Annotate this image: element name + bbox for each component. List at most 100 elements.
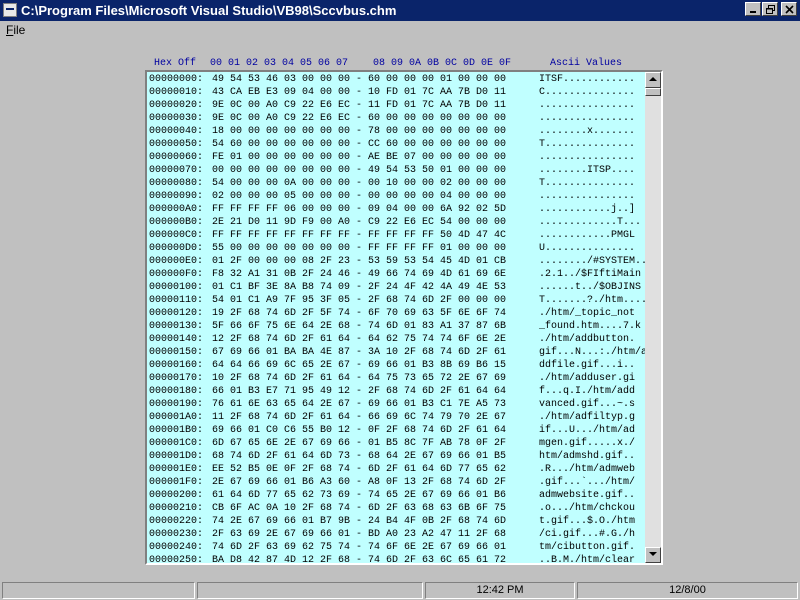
row-ascii-values: mgen.gif.....x./	[539, 438, 636, 449]
vertical-scrollbar[interactable]	[645, 72, 661, 563]
header-ascii: Ascii Values	[550, 58, 623, 69]
row-ascii-values: .2.1../$FIftiMain	[539, 269, 642, 280]
row-offset: 00000130:	[149, 321, 204, 332]
row-hex-bytes: 5F 66 6F 75 6E 64 2E 68 - 74 6D 01 83 A1…	[212, 321, 507, 332]
row-hex-bytes: 01 C1 BF 3E 8A B8 74 09 - 2F 24 4F 42 4A…	[212, 282, 507, 293]
row-offset: 000000A0:	[149, 204, 204, 215]
row-ascii-values: .R.../htm/admweb	[539, 464, 636, 475]
close-icon	[785, 5, 794, 14]
row-hex-bytes: 61 64 6D 77 65 62 73 69 - 74 65 2E 67 69…	[212, 490, 507, 501]
row-offset: 00000250:	[149, 555, 204, 565]
row-offset: 00000060:	[149, 152, 204, 163]
row-hex-bytes: 74 6D 2F 63 69 62 75 74 - 74 6F 6E 2E 67…	[212, 542, 507, 553]
row-offset: 00000140:	[149, 334, 204, 345]
row-ascii-values: ........ITSP....	[539, 165, 636, 176]
row-hex-bytes: 9E 0C 00 A0 C9 22 E6 EC - 11 FD 01 7C AA…	[212, 100, 507, 111]
row-ascii-values: ................	[539, 113, 636, 124]
row-offset: 000000B0:	[149, 217, 204, 228]
row-hex-bytes: 10 2F 68 74 6D 2F 61 64 - 64 75 73 65 72…	[212, 373, 507, 384]
row-ascii-values: f...q.I./htm/add	[539, 386, 636, 397]
scroll-up-button[interactable]	[645, 72, 661, 88]
row-ascii-values: ITSF............	[539, 74, 636, 85]
row-offset: 00000210:	[149, 503, 204, 514]
row-ascii-values: ddfile.gif...i..	[539, 360, 636, 371]
restore-button[interactable]	[762, 2, 778, 16]
row-ascii-values: if...U.../htm/ad	[539, 425, 636, 436]
row-hex-bytes: 11 2F 68 74 6D 2F 61 64 - 66 69 6C 74 79…	[212, 412, 507, 423]
app-icon[interactable]	[3, 3, 17, 17]
status-time: 12:42 PM	[425, 582, 575, 599]
row-ascii-values: U...............	[539, 243, 636, 254]
menu-file-label: ile	[13, 23, 26, 37]
row-ascii-values: ................	[539, 152, 636, 163]
row-offset: 000001F0:	[149, 477, 204, 488]
row-offset: 000001E0:	[149, 464, 204, 475]
arrow-down-icon	[649, 552, 657, 556]
row-ascii-values: ./htm/addbutton.	[539, 334, 636, 345]
minimize-icon	[750, 11, 756, 13]
row-offset: 00000110:	[149, 295, 204, 306]
hex-dump-view[interactable]: 00000000: 49 54 53 46 03 00 00 00 - 60 00…	[145, 70, 663, 565]
row-hex-bytes: 54 01 C1 A9 7F 95 3F 05 - 2F 68 74 6D 2F…	[212, 295, 507, 306]
row-hex-bytes: 2E 67 69 66 01 B6 A3 60 - A8 0F 13 2F 68…	[212, 477, 507, 488]
row-ascii-values: ./htm/adfiltyp.g	[539, 412, 636, 423]
row-offset: 000001D0:	[149, 451, 204, 462]
row-ascii-values: ......../#SYSTEM..	[539, 256, 648, 267]
menu-bar: File	[0, 21, 800, 39]
row-hex-bytes: CB 6F AC 0A 10 2F 68 74 - 6D 2F 63 68 63…	[212, 503, 507, 514]
window-title: C:\Program Files\Microsoft Visual Studio…	[21, 3, 397, 18]
row-hex-bytes: 2F 63 69 2E 67 69 66 01 - BD A0 23 A2 47…	[212, 529, 507, 540]
row-hex-bytes: 6D 67 65 6E 2E 67 69 66 - 01 B5 8C 7F AB…	[212, 438, 507, 449]
title-bar[interactable]: C:\Program Files\Microsoft Visual Studio…	[0, 0, 800, 21]
row-hex-bytes: 49 54 53 46 03 00 00 00 - 60 00 00 00 01…	[212, 74, 507, 85]
row-ascii-values: ............j..]	[539, 204, 636, 215]
row-offset: 00000170:	[149, 373, 204, 384]
row-hex-bytes: FF FF FF FF 06 00 00 00 - 09 04 00 00 6A…	[212, 204, 507, 215]
scroll-down-button[interactable]	[645, 547, 661, 563]
restore-icon	[766, 5, 775, 14]
row-offset: 00000090:	[149, 191, 204, 202]
row-hex-bytes: 69 66 01 C0 C6 55 B0 12 - 0F 2F 68 74 6D…	[212, 425, 507, 436]
status-panel-2	[197, 582, 423, 599]
header-hex-cols-high: 08 09 0A 0B 0C 0D 0E 0F	[373, 58, 512, 69]
row-offset: 000000C0:	[149, 230, 204, 241]
row-offset: 000001A0:	[149, 412, 204, 423]
row-ascii-values: T...............	[539, 139, 636, 150]
menu-file[interactable]: File	[6, 23, 25, 37]
row-hex-bytes: 18 00 00 00 00 00 00 00 - 78 00 00 00 00…	[212, 126, 507, 137]
row-offset: 00000150:	[149, 347, 204, 358]
row-ascii-values: t.gif...$.O./htm	[539, 516, 636, 527]
row-offset: 00000010:	[149, 87, 204, 98]
row-offset: 000000F0:	[149, 269, 204, 280]
row-hex-bytes: 74 2E 67 69 66 01 B7 9B - 24 B4 4F 0B 2F…	[212, 516, 507, 527]
row-offset: 000000E0:	[149, 256, 204, 267]
row-offset: 00000240:	[149, 542, 204, 553]
row-offset: 00000080:	[149, 178, 204, 189]
row-hex-bytes: 01 2F 00 00 00 08 2F 23 - 53 59 53 54 45…	[212, 256, 507, 267]
row-ascii-values: ................	[539, 100, 636, 111]
row-offset: 00000160:	[149, 360, 204, 371]
row-ascii-values: T.......?./htm....	[539, 295, 648, 306]
row-offset: 00000100:	[149, 282, 204, 293]
minimize-button[interactable]	[745, 2, 761, 16]
row-hex-bytes: 76 61 6E 63 65 64 2E 67 - 69 66 01 B3 C1…	[212, 399, 507, 410]
row-ascii-values: ......t../$OBJINS	[539, 282, 642, 293]
row-offset: 00000220:	[149, 516, 204, 527]
row-hex-bytes: 02 00 00 00 05 00 00 00 - 00 00 00 00 04…	[212, 191, 507, 202]
row-hex-bytes: 12 2F 68 74 6D 2F 61 64 - 64 62 75 74 74…	[212, 334, 507, 345]
status-date: 12/8/00	[577, 582, 798, 599]
row-ascii-values: .............T...	[539, 217, 642, 228]
row-hex-bytes: 43 CA EB E3 09 04 00 00 - 10 FD 01 7C AA…	[212, 87, 507, 98]
row-hex-bytes: 55 00 00 00 00 00 00 00 - FF FF FF FF 01…	[212, 243, 507, 254]
scroll-thumb[interactable]	[645, 88, 661, 96]
row-hex-bytes: EE 52 B5 0E 0F 2F 68 74 - 6D 2F 61 64 6D…	[212, 464, 507, 475]
close-button[interactable]	[781, 2, 797, 16]
row-ascii-values: ./htm/adduser.gi	[539, 373, 636, 384]
row-offset: 00000180:	[149, 386, 204, 397]
header-hex-cols-low: 00 01 02 03 04 05 06 07	[210, 58, 349, 69]
row-hex-bytes: FF FF FF FF FF FF FF FF - FF FF FF FF 50…	[212, 230, 507, 241]
row-hex-bytes: 2E 21 D0 11 9D F9 00 A0 - C9 22 E6 EC 54…	[212, 217, 507, 228]
row-ascii-values: ..B.M./htm/clear	[539, 555, 636, 565]
row-ascii-values: T...............	[539, 178, 636, 189]
row-hex-bytes: 00 00 00 00 00 00 00 00 - 49 54 53 50 01…	[212, 165, 507, 176]
